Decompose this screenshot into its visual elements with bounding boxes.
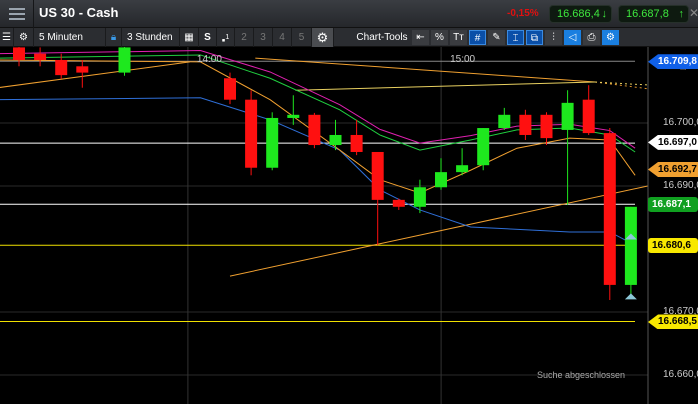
ask-button[interactable]: 16.687,8 ↑ — [618, 5, 689, 23]
y-tick-label: 16.690,0 — [663, 180, 698, 191]
settings-icon[interactable]: ⚙ — [602, 30, 619, 45]
price-tag[interactable]: 16.692,7 — [648, 161, 698, 177]
candle-body — [34, 53, 47, 60]
candle-body — [413, 187, 426, 207]
candle-body — [498, 114, 511, 129]
candle-body — [519, 114, 532, 135]
candle-body — [308, 114, 321, 146]
arrow-down-icon: ↓ — [601, 8, 608, 20]
trend-line-extension — [594, 81, 648, 90]
candle-body — [392, 199, 405, 207]
trend-line — [229, 185, 648, 277]
candle-body — [118, 47, 131, 73]
grid-icon[interactable]: # — [469, 30, 486, 45]
header: US 30 - Cash -0,15% 16.686,4 ↓ 16.687,8 ↑ … — [0, 0, 698, 28]
candle-body — [76, 66, 89, 73]
plot-area — [0, 47, 648, 404]
candle-body — [245, 99, 258, 168]
price-tag[interactable]: 16.709,8 — [648, 54, 698, 70]
chart-tools-label: Chart-Tools — [356, 32, 408, 43]
layout-4-button[interactable]: 4 — [273, 28, 292, 47]
time-label: 15:00 — [450, 54, 476, 65]
gear-icon[interactable]: ⚙ — [14, 28, 34, 47]
candle-body — [55, 60, 68, 76]
candle-body — [456, 165, 469, 173]
candle-body — [435, 172, 447, 188]
lock-icon[interactable]: 🔒︎ — [106, 28, 122, 47]
candle-body — [540, 114, 553, 139]
close-icon[interactable]: ✕ — [689, 6, 698, 20]
price-chart[interactable] — [0, 0, 698, 404]
price-change: -0,15% — [507, 8, 539, 19]
range-select[interactable]: 3 Stunden — [122, 28, 180, 47]
bid-button[interactable]: 16.686,4 ↓ — [549, 5, 612, 23]
trend-line — [295, 81, 596, 91]
ask-price: 16.687,8 — [626, 8, 669, 20]
print-icon[interactable]: ⎙ — [583, 30, 600, 45]
candle-body — [371, 151, 384, 200]
layout-3-button[interactable]: 3 — [254, 28, 273, 47]
layout-2-button[interactable]: 2 — [235, 28, 254, 47]
trend-line — [0, 61, 190, 88]
price-tag[interactable]: 16.668,5 — [648, 314, 698, 330]
calendar-icon[interactable]: ▦ — [180, 28, 199, 47]
status-text: Suche abgeschlossen — [537, 370, 626, 380]
draw-grid-icon[interactable]: ✎ — [488, 30, 505, 45]
y-tick-label: 16.700,0 — [663, 117, 698, 128]
price-tag[interactable]: 16.687,1 — [648, 197, 698, 213]
list-icon[interactable]: ☰ — [0, 28, 14, 47]
chart-toolbar: ☰ ⚙ 5 Minuten 🔒︎ 3 Stunden ▦ S ▪1 2 3 4 … — [0, 28, 698, 71]
time-label: 14:00 — [196, 54, 222, 65]
price-tag[interactable]: 16.680,6 — [648, 238, 698, 254]
indicator-icon[interactable]: ⫶ — [545, 30, 562, 45]
text-icon[interactable]: Tт — [450, 30, 467, 45]
candle-body — [266, 117, 279, 168]
arrow-up-icon: ↑ — [678, 8, 685, 20]
candle-body — [329, 134, 342, 146]
candle-body — [582, 99, 595, 134]
settings-gear-icon[interactable]: ⚙ — [312, 28, 334, 47]
layout-1-button[interactable]: ▪1 — [217, 28, 235, 47]
s-button[interactable]: S — [199, 28, 217, 47]
layout-number: 1 — [225, 34, 230, 41]
trend-line-extension — [595, 81, 648, 86]
layout-5-button[interactable]: 5 — [292, 28, 312, 47]
menu-icon[interactable] — [0, 0, 34, 28]
percent-icon[interactable]: % — [431, 30, 448, 45]
candle-body — [287, 114, 300, 118]
candle-body — [13, 47, 25, 60]
candle-body — [477, 128, 490, 166]
candle-body — [624, 206, 637, 285]
candle-body — [224, 78, 236, 100]
bid-price: 16.686,4 — [557, 8, 600, 20]
y-tick-label: 16.660,0 — [663, 369, 698, 380]
candle-body — [603, 133, 616, 285]
candle-body — [350, 134, 363, 152]
instrument-title: US 30 - Cash — [39, 5, 119, 20]
price-tag[interactable]: 16.697,0 — [648, 134, 698, 150]
candle-body — [561, 102, 574, 130]
compare-icon[interactable]: ⧉ — [526, 30, 543, 45]
interval-select[interactable]: 5 Minuten — [34, 28, 106, 47]
label-icon[interactable]: ◁ — [564, 30, 581, 45]
candle-icon[interactable]: ⌶ — [507, 30, 524, 45]
back-icon[interactable]: ⇤ — [412, 30, 429, 45]
